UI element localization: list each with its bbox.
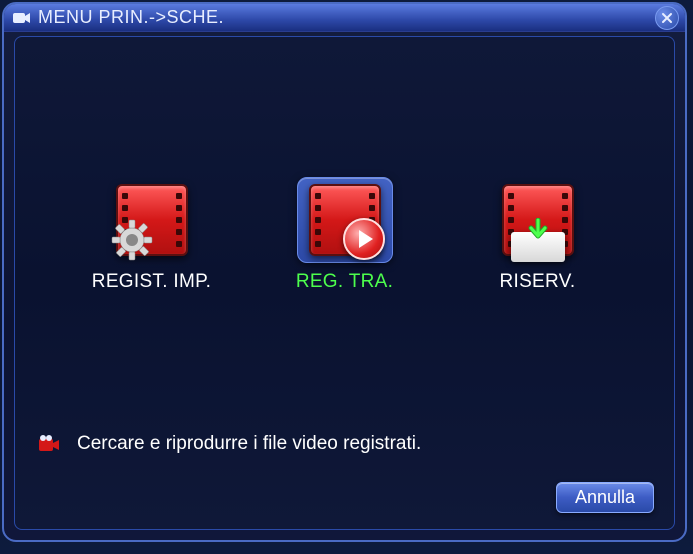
play-icon: [343, 218, 385, 260]
download-arrow-icon: [525, 218, 551, 244]
dialog-window: MENU PRIN.->SCHE.: [2, 2, 687, 542]
footer: Annulla: [556, 482, 654, 513]
close-icon: [661, 12, 673, 24]
description-row: Cercare e riprodurre i file video regist…: [39, 433, 650, 455]
menu-label: REG. TRA.: [296, 271, 393, 293]
film-play-icon: [309, 184, 381, 256]
close-button[interactable]: [655, 6, 679, 30]
gear-icon: [110, 218, 154, 262]
titlebar: MENU PRIN.->SCHE.: [4, 4, 685, 32]
content-panel: REGIST. IMP. REG. TRA.: [14, 36, 675, 530]
breadcrumb: MENU PRIN.->SCHE.: [38, 7, 224, 28]
menu-item-playback[interactable]: REG. TRA.: [255, 177, 435, 293]
description-text: Cercare e riprodurre i file video regist…: [77, 433, 421, 455]
menu-icon-wrap: [104, 177, 200, 263]
menu-icon-wrap: [297, 177, 393, 263]
camcorder-icon: [39, 435, 61, 453]
box-icon: [511, 232, 565, 262]
menu-icon-wrap: [490, 177, 586, 263]
menu-item-record-settings[interactable]: REGIST. IMP.: [62, 177, 242, 293]
menu-item-backup[interactable]: RISERV.: [448, 177, 628, 293]
menu-label: REGIST. IMP.: [92, 271, 211, 293]
menu-row: REGIST. IMP. REG. TRA.: [15, 37, 674, 293]
cancel-button[interactable]: Annulla: [556, 482, 654, 513]
film-backup-icon: [502, 184, 574, 256]
menu-label: RISERV.: [499, 271, 575, 293]
camera-icon: [12, 8, 32, 28]
film-gear-icon: [116, 184, 188, 256]
